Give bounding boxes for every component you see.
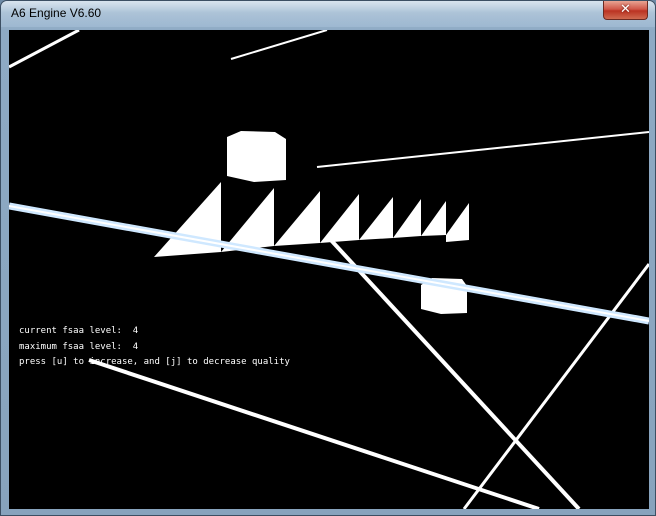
application-window: A6 Engine V6.60 ✕ current fsaa level: 4 … — [0, 0, 656, 516]
cube-upper — [227, 131, 286, 182]
scene-canvas — [9, 30, 649, 509]
title-bar[interactable]: A6 Engine V6.60 ✕ — [1, 1, 655, 27]
hud-instructions: press [u] to increase, and [j] to decrea… — [19, 357, 290, 367]
close-icon: ✕ — [620, 2, 631, 17]
scene-background — [9, 30, 649, 509]
render-viewport[interactable]: current fsaa level: 4 maximum fsaa level… — [9, 30, 649, 509]
close-button[interactable]: ✕ — [603, 1, 648, 20]
hud-maximum-fsaa: maximum fsaa level: 4 — [19, 342, 139, 352]
window-title: A6 Engine V6.60 — [11, 6, 102, 20]
hud-current-fsaa: current fsaa level: 4 — [19, 326, 139, 336]
